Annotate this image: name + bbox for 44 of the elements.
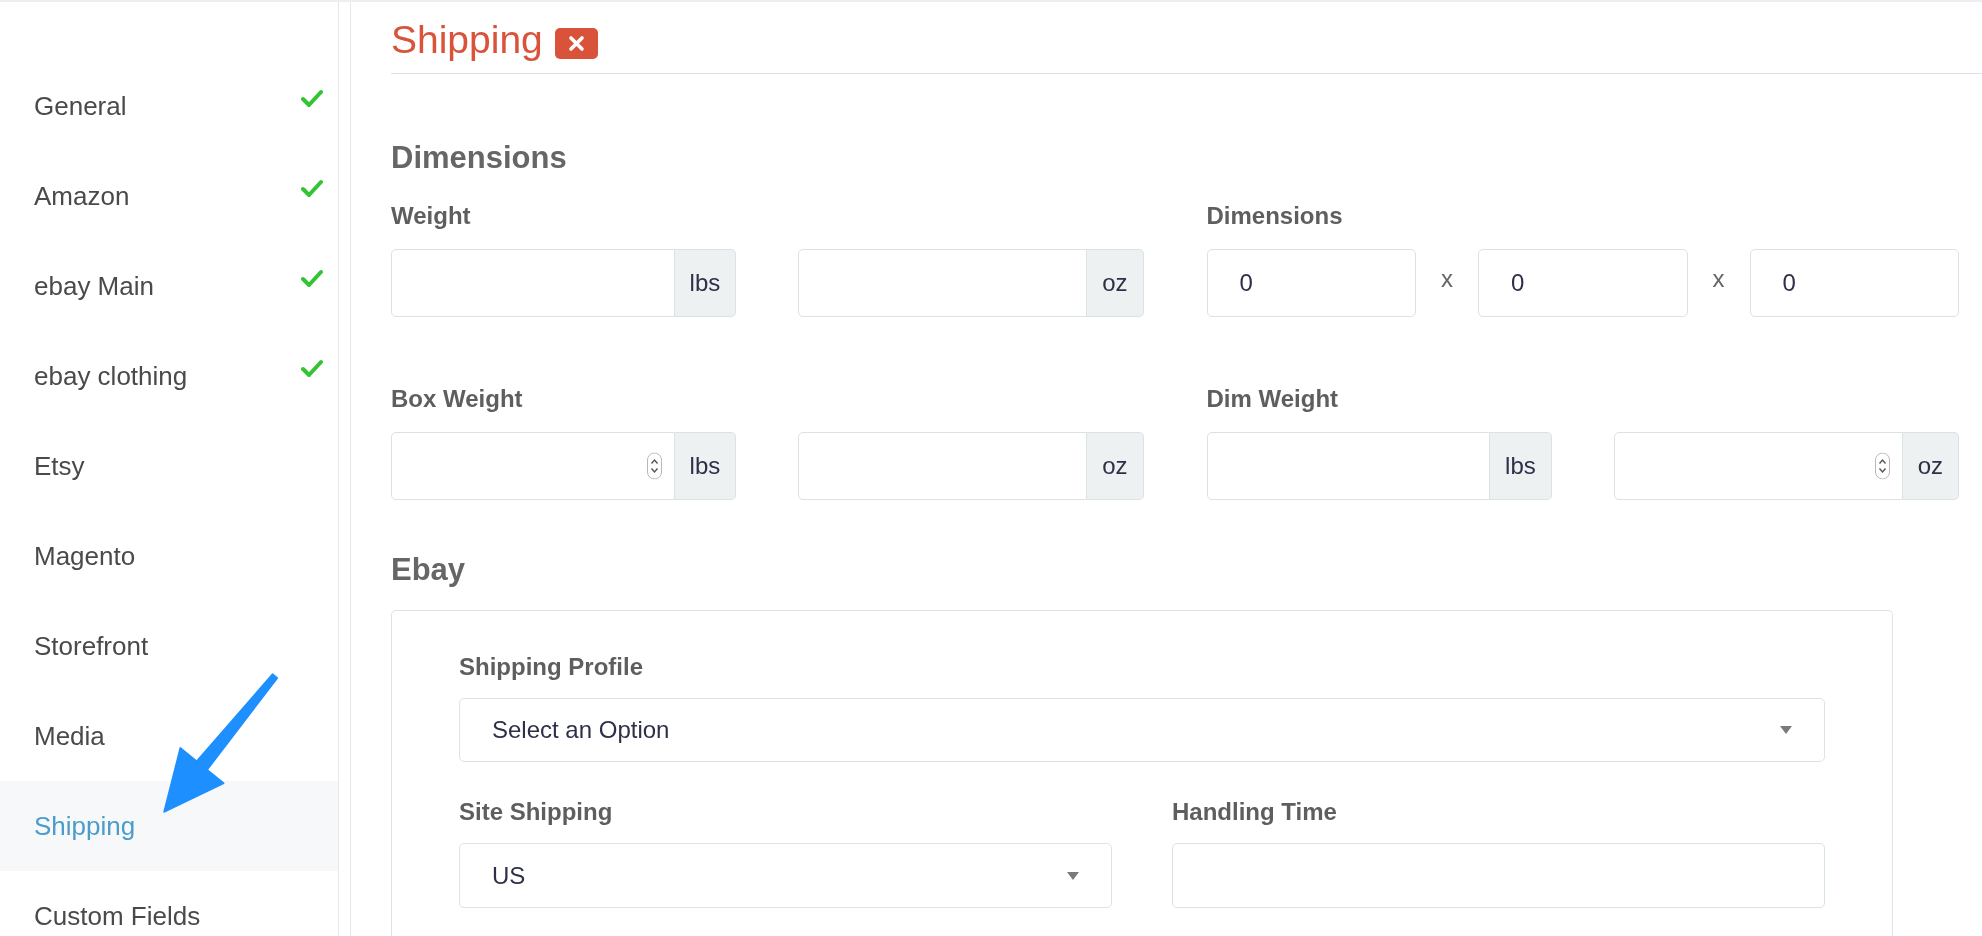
field-label: Dim Weight xyxy=(1206,385,1340,413)
times-separator: x xyxy=(1712,265,1725,293)
sidebar-item[interactable]: Amazon xyxy=(0,151,338,241)
sidebar-item[interactable]: ebay Main xyxy=(0,241,338,331)
field-label: Site Shipping xyxy=(459,798,614,826)
sidebar-item[interactable]: Etsy xyxy=(0,421,338,511)
unit-addon: oz xyxy=(1087,432,1144,500)
input-field[interactable] xyxy=(391,432,675,500)
input-field[interactable] xyxy=(1206,432,1491,500)
unit-addon: lbs xyxy=(674,432,737,500)
input-field[interactable] xyxy=(798,249,1088,317)
select-field[interactable]: Select an Option xyxy=(459,698,1825,762)
sidebar-item[interactable]: Media xyxy=(0,691,338,781)
input-field[interactable]: 0 xyxy=(1206,249,1416,317)
page-title: Shipping xyxy=(391,17,543,63)
field-label: Shipping Profile xyxy=(459,653,644,681)
spinner-icon[interactable] xyxy=(1874,452,1890,480)
field-label: Dimensions xyxy=(1206,202,1344,230)
input-field[interactable]: 0 xyxy=(1749,249,1959,317)
sidebar-item[interactable]: ebay clothing xyxy=(0,331,338,421)
input-field[interactable] xyxy=(1172,843,1825,908)
unit-addon: oz xyxy=(1902,432,1959,500)
input-field[interactable] xyxy=(391,249,675,317)
input-field[interactable]: 0 xyxy=(1478,249,1688,317)
caret-icon xyxy=(1067,871,1079,880)
close-icon[interactable] xyxy=(554,27,598,59)
section-heading: Ebay xyxy=(391,552,467,588)
sidebar-item[interactable]: General xyxy=(0,61,338,151)
caret-icon xyxy=(1780,726,1792,734)
field-label: Box Weight xyxy=(391,385,524,413)
sidebar-item[interactable]: Custom Fields xyxy=(0,871,338,933)
field-label: Weight xyxy=(391,202,472,230)
spinner-icon[interactable] xyxy=(646,452,662,480)
unit-addon: oz xyxy=(1087,249,1144,317)
unit-addon: lbs xyxy=(674,249,737,317)
select-field[interactable]: US xyxy=(459,843,1112,908)
times-separator: x xyxy=(1441,265,1453,293)
sidebar-item[interactable]: Storefront xyxy=(0,601,338,691)
field-label: Handling Time xyxy=(1172,798,1338,826)
input-field[interactable] xyxy=(798,432,1088,500)
sidebar-item[interactable]: Magento xyxy=(0,511,338,601)
input-field[interactable] xyxy=(1613,432,1903,500)
section-heading: Dimensions xyxy=(391,140,568,176)
unit-addon: lbs xyxy=(1490,432,1552,500)
